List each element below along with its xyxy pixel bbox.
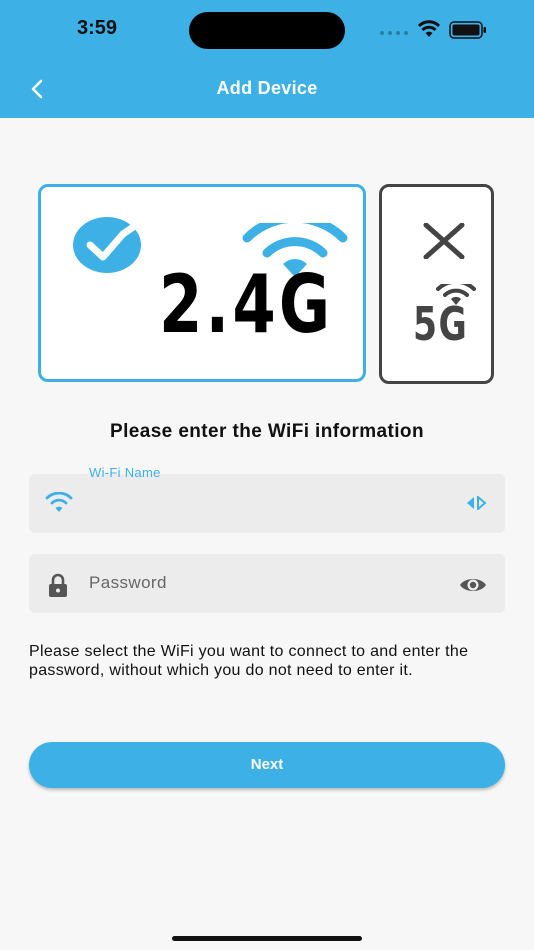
close-x-icon [423,223,465,259]
app-header: 3:59 Add Device [0,0,534,118]
page-title: Add Device [216,78,318,98]
check-badge-icon [73,215,149,273]
band-24g-label: 2.4G [159,258,334,351]
wifi-name-field[interactable] [29,474,505,533]
wifi-name-label: Wi-Fi Name [89,465,161,480]
band-5g-card: 5G [379,184,494,384]
cell-signal-icon [380,31,408,35]
password-placeholder: Password [89,573,167,592]
band-24g-card: 2.4G [38,184,366,382]
lock-icon [49,573,67,597]
form-heading: Please enter the WiFi information [110,421,424,442]
next-button[interactable]: Next [29,742,505,788]
select-arrows-icon[interactable] [465,496,487,510]
home-indicator[interactable] [172,936,362,941]
wifi-status-icon [417,20,441,37]
band-5g-label: 5G [413,297,469,351]
status-time: 3:59 [77,17,118,39]
battery-icon [449,21,486,39]
dynamic-island [189,12,345,49]
password-field[interactable]: Password [29,554,505,613]
eye-icon[interactable] [459,576,487,594]
help-text: Please select the WiFi you want to conne… [29,643,469,679]
wifi-icon [45,492,73,512]
